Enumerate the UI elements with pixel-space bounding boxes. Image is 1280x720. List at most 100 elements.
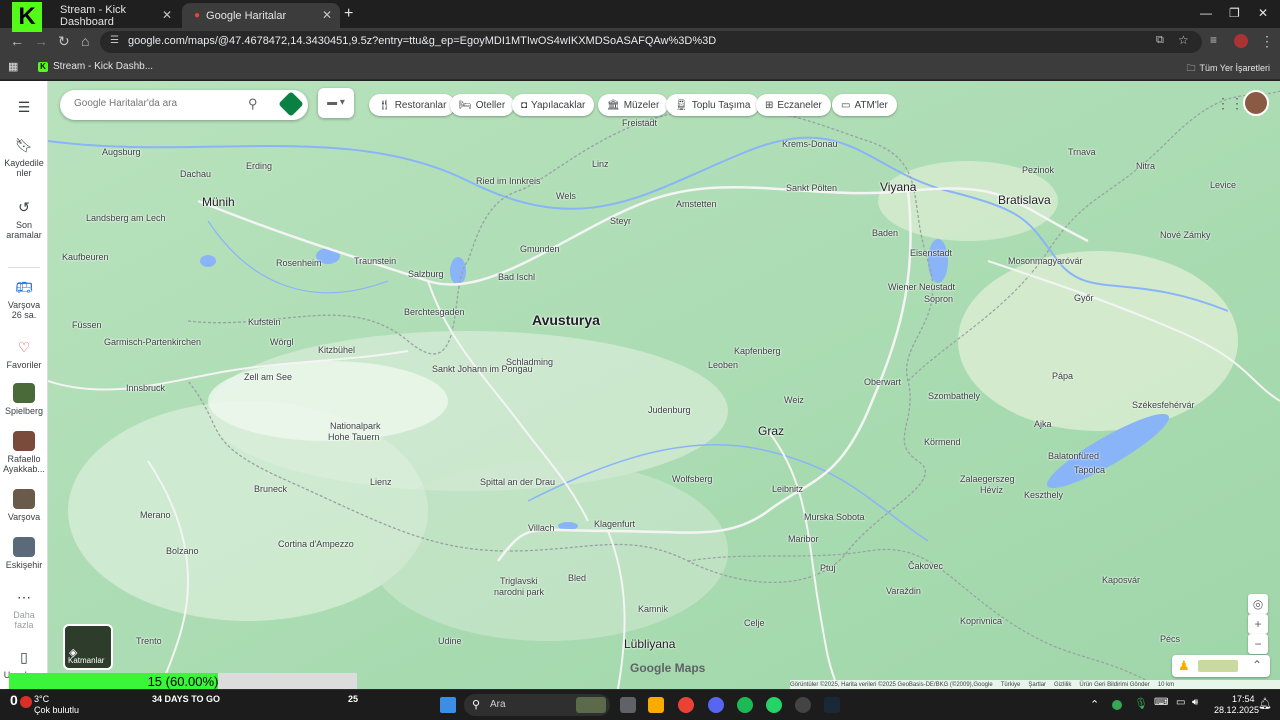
pegman-icon[interactable]: ♟ — [1178, 658, 1190, 674]
label-merano[interactable]: Merano — [140, 510, 171, 520]
region-link[interactable]: Türkiye — [1001, 682, 1021, 688]
label-augsburg[interactable]: Augsburg — [102, 147, 141, 157]
clock-date[interactable]: 28.12.2025 — [1214, 705, 1259, 715]
label-linz[interactable]: Linz — [592, 159, 609, 169]
label-wiener-neustadt[interactable]: Wiener Neustadt — [888, 282, 955, 292]
label-freistadt[interactable]: Freistadt — [622, 118, 657, 128]
label-triglav-1[interactable]: Triglavski — [500, 576, 538, 586]
recent-place-warsaw-2[interactable]: Varşova — [0, 489, 48, 522]
label-garmisch[interactable]: Garmisch-Partenkirchen — [104, 337, 201, 347]
recent-place-rafaello[interactable]: Rafaello Ayakkab... — [0, 431, 48, 474]
obs-icon[interactable] — [795, 697, 811, 713]
steam-icon[interactable] — [824, 697, 840, 713]
label-gyor[interactable]: Győr — [1074, 293, 1094, 303]
tray-status-icon[interactable] — [1112, 700, 1122, 710]
label-murska-sobota[interactable]: Murska Sobota — [804, 512, 865, 522]
label-wolfsberg[interactable]: Wolfsberg — [672, 474, 712, 484]
label-spittal[interactable]: Spittal an der Drau — [480, 477, 555, 487]
label-ptuj[interactable]: Ptuj — [820, 563, 836, 573]
chip-hotels[interactable]: 🛏︎ Oteller — [450, 94, 515, 116]
label-varazdin[interactable]: Varaždin — [886, 586, 921, 596]
expand-icon[interactable]: ⌃ — [1252, 658, 1262, 672]
label-sopron[interactable]: Sopron — [924, 294, 953, 304]
label-papa[interactable]: Pápa — [1052, 371, 1073, 381]
chip-atms[interactable]: ▭ ATM'ler — [832, 94, 897, 116]
label-st-poelten[interactable]: Sankt Pölten — [786, 183, 837, 193]
bookmark-kick-stream[interactable]: K Stream - Kick Dashb... — [38, 61, 153, 72]
start-windows-icon[interactable] — [440, 697, 456, 713]
label-tapolca[interactable]: Tapolca — [1074, 465, 1105, 475]
label-keszthely[interactable]: Keszthely — [1024, 490, 1063, 500]
chip-museums[interactable]: 🏛︎ Müzeler — [598, 94, 669, 116]
label-kapfenberg[interactable]: Kapfenberg — [734, 346, 781, 356]
label-klagenfurt[interactable]: Klagenfurt — [594, 519, 635, 529]
label-szekesfehervar[interactable]: Székesfehérvár — [1132, 400, 1195, 410]
keyboard-icon[interactable]: ⌨ — [1154, 697, 1168, 708]
label-villach[interactable]: Villach — [528, 523, 554, 533]
chip-transit[interactable]: 🚆︎ Toplu Taşıma — [666, 94, 760, 116]
recent-place-spielberg[interactable]: Spielberg — [0, 383, 48, 416]
saved-button[interactable]: 🔖︎ Kaydedile nler — [0, 135, 48, 178]
recent-place-warsaw[interactable]: 🚌︎ Varşova 26 sa. — [0, 277, 48, 320]
close-icon[interactable]: ✕ — [162, 8, 172, 22]
label-nitra[interactable]: Nitra — [1136, 161, 1155, 171]
label-bled[interactable]: Bled — [568, 573, 586, 583]
label-st-johann[interactable]: Sankt Johann im Pongau — [432, 364, 533, 374]
label-woergl[interactable]: Wörgl — [270, 337, 294, 347]
weather-desc[interactable]: Çok bulutlu — [34, 705, 79, 715]
menu-kebab-icon[interactable]: ⋮ — [1260, 33, 1274, 50]
recent-button[interactable]: ↺ Son aramalar — [0, 197, 48, 240]
forward-icon[interactable]: → — [34, 33, 48, 49]
label-landsberg[interactable]: Landsberg am Lech — [86, 213, 166, 223]
label-ljubljana[interactable]: Lübliyana — [624, 637, 675, 651]
volume-icon[interactable]: 🔊︎ — [1192, 697, 1198, 708]
whatsapp-icon[interactable] — [766, 697, 782, 713]
label-gmunden[interactable]: Gmunden — [520, 244, 560, 254]
discord-icon[interactable] — [708, 697, 724, 713]
label-judenburg[interactable]: Judenburg — [648, 405, 691, 415]
network-icon[interactable]: ▭ — [1176, 697, 1185, 708]
label-austria[interactable]: Avusturya — [532, 312, 600, 328]
label-zell-am-see[interactable]: Zell am See — [244, 372, 292, 382]
label-dachau[interactable]: Dachau — [180, 169, 211, 179]
notification-bell-icon[interactable]: 🔔︎ — [1258, 697, 1272, 710]
reload-icon[interactable]: ↻ — [58, 33, 70, 50]
chip-things-to-do[interactable]: ◘ Yapılacaklar — [512, 94, 595, 116]
search-input[interactable] — [74, 98, 244, 109]
label-celje[interactable]: Celje — [744, 618, 765, 628]
label-kitzbuehel[interactable]: Kitzbühel — [318, 345, 355, 355]
label-bad-ischl[interactable]: Bad Ischl — [498, 272, 535, 282]
label-szombathely[interactable]: Szombathely — [928, 391, 980, 401]
file-explorer-icon[interactable] — [648, 697, 664, 713]
tab-google-maps[interactable]: ● Google Haritalar ✕ — [182, 3, 340, 28]
label-nove-zamky[interactable]: Nové Zámky — [1160, 230, 1211, 240]
back-icon[interactable]: ← — [10, 33, 24, 49]
label-hohe-tauern-1[interactable]: Nationalpark — [330, 421, 381, 431]
address-bar[interactable]: ☰ google.com/maps/@47.4678472,14.3430451… — [100, 31, 1202, 53]
label-weiz[interactable]: Weiz — [784, 395, 804, 405]
label-salzburg[interactable]: Salzburg — [408, 269, 444, 279]
directions-icon[interactable] — [278, 91, 304, 117]
label-wels[interactable]: Wels — [556, 191, 576, 201]
label-ajka[interactable]: Ajka — [1034, 419, 1052, 429]
bookmark-star-icon[interactable]: ☆ — [1178, 33, 1189, 47]
label-vienna[interactable]: Viyana — [880, 180, 916, 194]
install-app-icon[interactable]: ⧉ — [1156, 34, 1164, 47]
label-oberwart[interactable]: Oberwart — [864, 377, 901, 387]
new-tab-icon[interactable]: + — [344, 5, 353, 23]
chip-pharmacies[interactable]: ⊞ Eczaneler — [756, 94, 831, 116]
taskbar-search[interactable]: ⚲ Ara — [464, 694, 610, 716]
label-balatonfured[interactable]: Balatonfüred — [1048, 451, 1099, 461]
label-kufstein[interactable]: Kufstein — [248, 317, 281, 327]
label-zalaegerszeg[interactable]: Zalaegerszeg — [960, 474, 1015, 484]
map-type-toggle[interactable]: ▬ ▾ — [318, 88, 354, 118]
label-leibnitz[interactable]: Leibnitz — [772, 484, 803, 494]
task-view-icon[interactable] — [620, 697, 636, 713]
microphone-icon[interactable]: 🎙︎ — [1134, 697, 1148, 710]
label-kaufbeuren[interactable]: Kaufbeuren — [62, 252, 109, 262]
close-window-icon[interactable]: ✕ — [1258, 6, 1268, 20]
label-fuessen[interactable]: Füssen — [72, 320, 102, 330]
label-heviz[interactable]: Hévíz — [980, 485, 1003, 495]
label-baden[interactable]: Baden — [872, 228, 898, 238]
account-avatar[interactable] — [1243, 90, 1269, 116]
